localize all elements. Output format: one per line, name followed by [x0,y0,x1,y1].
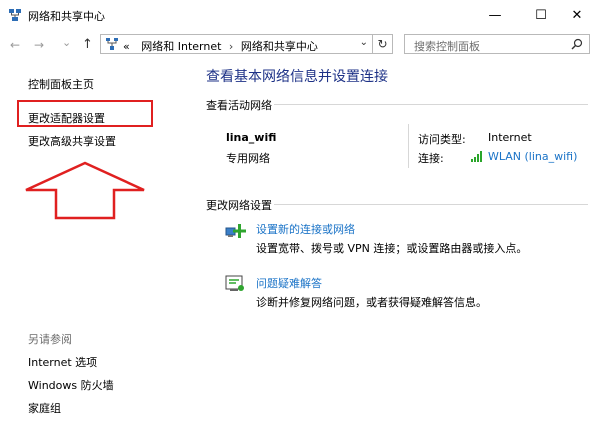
sidebar-item-control-panel-home[interactable]: 控制面板主页 [28,76,94,92]
back-button[interactable]: ← [10,38,20,52]
access-type-label: 访问类型: [418,133,466,146]
active-networks-heading: 查看活动网络 [206,99,272,112]
up-arrow-annotation-icon [25,161,145,220]
setup-new-connection-link[interactable]: 设置新的连接或网络 [256,221,355,237]
address-bar[interactable]: « 网络和 Internet › 网络和共享中心 ⌄ [100,34,373,54]
highlight-box [17,100,153,127]
troubleshoot-desc: 诊断并修复网络问题，或者获得疑难解答信息。 [256,296,487,309]
wifi-signal-icon [471,151,482,162]
window-title: 网络和共享中心 [28,10,105,23]
refresh-button[interactable]: ↻ [373,34,393,54]
search-box[interactable]: 搜索控制面板 [404,34,590,54]
network-location-icon [106,38,118,50]
search-icon [571,38,583,50]
network-name: lina_wifi [226,131,277,144]
divider [274,204,588,205]
access-type-value: Internet [488,131,532,144]
address-dropdown-icon[interactable]: ⌄ [360,37,368,48]
sidebar-item-change-advanced-sharing[interactable]: 更改高级共享设置 [28,133,116,149]
recent-locations-dropdown[interactable]: ⌄ [62,36,71,49]
sidebar-item-homegroup[interactable]: 家庭组 [28,400,61,416]
new-connection-icon [225,224,246,238]
breadcrumb: « 网络和 Internet › 网络和共享中心 [123,38,318,54]
close-button[interactable]: ✕ [554,0,600,30]
page-title: 查看基本网络信息并设置连接 [206,69,388,85]
vertical-divider [408,124,409,168]
troubleshoot-link[interactable]: 问题疑难解答 [256,275,322,291]
wlan-connection-link[interactable]: WLAN (lina_wifi) [488,150,577,163]
network-center-icon [9,9,21,21]
setup-new-connection-desc: 设置宽带、拨号或 VPN 连接；或设置路由器或接入点。 [256,242,528,255]
change-network-settings-heading: 更改网络设置 [206,199,272,212]
sidebar-item-windows-firewall[interactable]: Windows 防火墙 [28,377,114,393]
up-button[interactable]: ↑ [82,37,93,52]
title-bar: 网络和共享中心 — ☐ ✕ [0,0,600,30]
chevron-right-icon[interactable]: › [229,40,233,53]
divider [274,104,588,105]
minimize-button[interactable]: — [472,0,518,30]
breadcrumb-network-internet[interactable]: 网络和 Internet [141,40,221,53]
search-input[interactable]: 搜索控制面板 [414,38,480,54]
troubleshoot-icon [225,275,244,291]
network-type: 专用网络 [226,152,270,165]
connections-label: 连接: [418,152,444,165]
see-also-heading: 另请参阅 [28,333,72,346]
breadcrumb-network-center[interactable]: 网络和共享中心 [241,40,318,53]
breadcrumb-overflow[interactable]: « [123,40,130,53]
forward-button[interactable]: → [34,38,44,52]
sidebar-item-internet-options[interactable]: Internet 选项 [28,354,97,370]
